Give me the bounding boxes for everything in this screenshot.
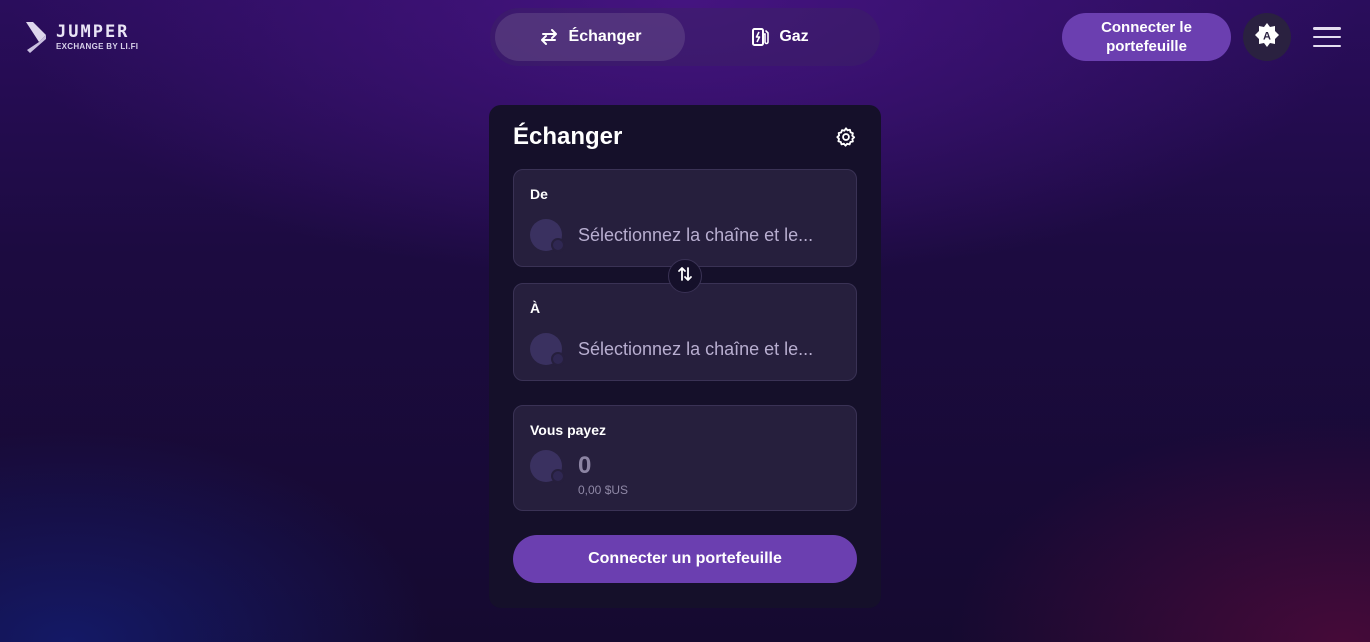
- tab-exchange-label: Échanger: [568, 28, 642, 45]
- swap-vertical-icon: [677, 265, 693, 288]
- pay-amount-input[interactable]: 0: [578, 452, 591, 480]
- auto-theme-icon: A: [1254, 22, 1280, 53]
- nav-tabs: Échanger Gaz: [490, 8, 880, 66]
- tab-gas-label: Gaz: [779, 28, 809, 45]
- card-title: Échanger: [513, 123, 623, 150]
- to-token-avatar: [530, 333, 565, 366]
- logo-subtitle: EXCHANGE BY LI.FI: [56, 41, 139, 51]
- to-label: À: [530, 300, 541, 316]
- swap-arrows-icon: [539, 29, 559, 45]
- settings-button[interactable]: [835, 126, 859, 150]
- logo-wordmark: JUMPER: [56, 21, 130, 42]
- from-placeholder: Sélectionnez la chaîne et le...: [578, 225, 814, 245]
- pay-token-avatar: [530, 450, 565, 483]
- hamburger-menu-button[interactable]: [1313, 25, 1341, 49]
- pay-amount-usd: 0,00 $US: [578, 483, 629, 497]
- header-connect-wallet-button[interactable]: Connecter le portefeuille: [1062, 13, 1231, 61]
- from-label: De: [530, 186, 548, 202]
- to-placeholder: Sélectionnez la chaîne et le...: [578, 339, 814, 359]
- gear-icon: [835, 127, 857, 152]
- pay-label: Vous payez: [530, 422, 606, 438]
- gas-pump-icon: [751, 27, 770, 47]
- logo[interactable]: JUMPER EXCHANGE BY LI.FI: [24, 20, 138, 54]
- connect-wallet-button[interactable]: Connecter un portefeuille: [513, 535, 857, 583]
- from-token-selector[interactable]: De Sélectionnez la chaîne et le...: [513, 169, 857, 267]
- tab-exchange[interactable]: Échanger: [495, 13, 685, 61]
- to-token-selector[interactable]: À Sélectionnez la chaîne et le...: [513, 283, 857, 381]
- jumper-logo-icon: [24, 20, 48, 54]
- hamburger-menu-icon: [1313, 27, 1341, 30]
- swap-direction-button[interactable]: [668, 259, 702, 293]
- from-token-avatar: [530, 219, 565, 252]
- tab-gas[interactable]: Gaz: [685, 13, 875, 61]
- to-chain-dot: [551, 352, 565, 366]
- svg-text:A: A: [1263, 30, 1271, 42]
- pay-chain-dot: [551, 469, 565, 483]
- from-chain-dot: [551, 238, 565, 252]
- pay-amount-panel[interactable]: Vous payez 0 0,00 $US: [513, 405, 857, 511]
- swap-card: Échanger De Sélectionnez la chaîne et le…: [489, 105, 881, 608]
- theme-toggle-button[interactable]: A: [1243, 13, 1291, 61]
